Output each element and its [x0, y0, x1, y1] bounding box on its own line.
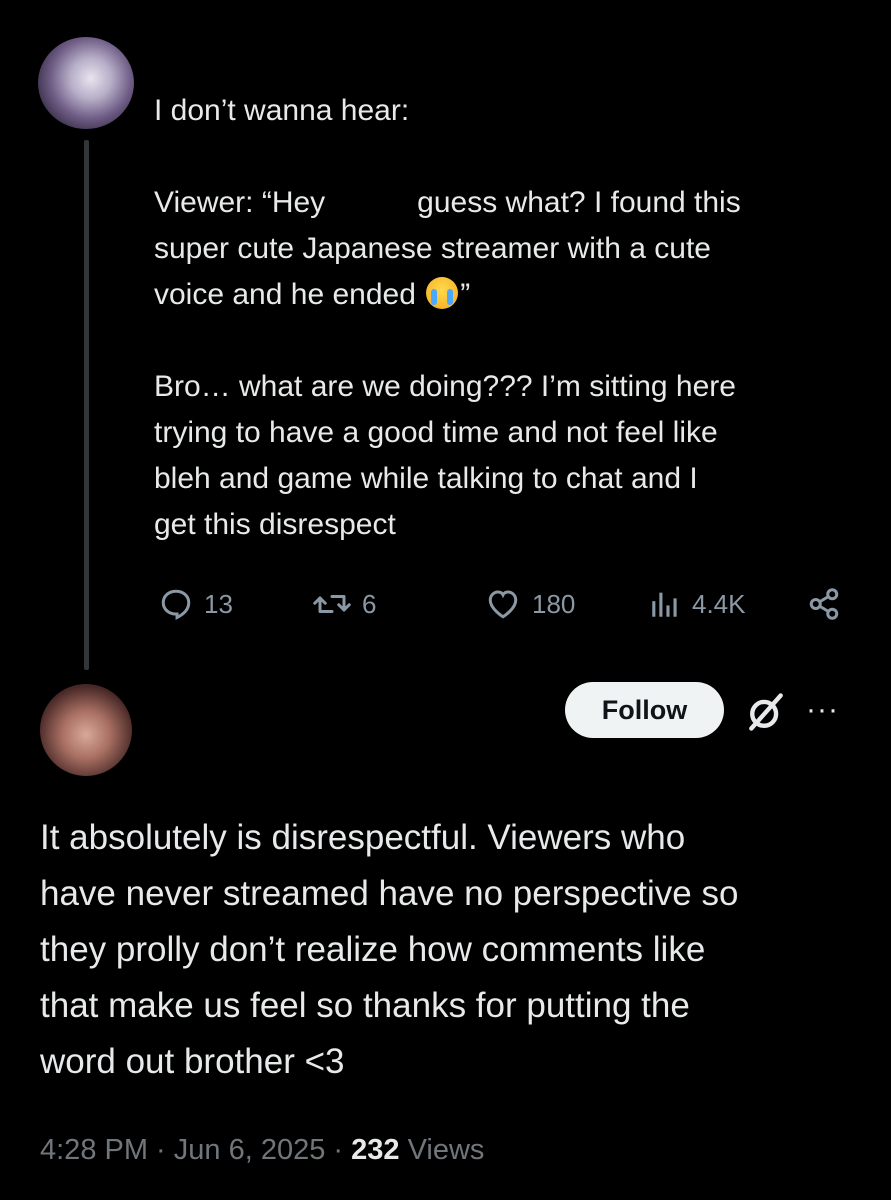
parent-avatar[interactable]	[38, 37, 134, 129]
grok-icon[interactable]	[744, 690, 788, 739]
views-action[interactable]: 4.4K	[648, 586, 746, 622]
tweet-line: voice and he ended ”	[154, 272, 854, 318]
more-options-icon[interactable]: ···	[806, 690, 839, 730]
share-icon	[809, 588, 839, 620]
tweet-fragment: guess what? I found this	[417, 186, 741, 219]
like-count: 180	[532, 588, 576, 619]
tweet-line: I don’t wanna hear:	[154, 94, 410, 127]
tweet-metadata: 4:28 PM · Jun 6, 2025 · 232 Views	[40, 1134, 484, 1167]
reply-line: It absolutely is disrespectful. Viewers …	[40, 818, 686, 857]
reply-icon	[161, 589, 191, 620]
reply-line: word out brother <3	[40, 1042, 345, 1081]
views-count-bold[interactable]: 232	[351, 1134, 399, 1166]
views-count: 4.4K	[692, 588, 746, 619]
views-label: Views	[399, 1134, 485, 1166]
tweet-line: super cute Japanese streamer with a cute	[154, 232, 711, 265]
reply-avatar[interactable]	[40, 684, 132, 776]
thread-connector-line	[84, 140, 89, 670]
reply-count: 13	[204, 588, 233, 619]
timestamp[interactable]: 4:28 PM · Jun 6, 2025 ·	[40, 1134, 351, 1166]
repost-action[interactable]: 6	[312, 586, 376, 622]
tweet-line: trying to have a good time and not feel …	[154, 416, 718, 449]
tweet-fragment: ”	[460, 278, 471, 311]
tweet-fragment: Viewer: “Hey	[154, 186, 326, 219]
reply-line: that make us feel so thanks for putting …	[40, 986, 690, 1025]
follow-button[interactable]: Follow	[565, 682, 724, 738]
repost-count: 6	[362, 588, 377, 619]
repost-icon	[313, 595, 351, 613]
analytics-icon	[652, 592, 677, 617]
tweet-fragment: voice and he ended	[154, 278, 416, 311]
reply-tweet-text: It absolutely is disrespectful. Viewers …	[40, 810, 860, 1090]
like-action[interactable]: 180	[484, 586, 575, 622]
loudly-crying-face-icon	[426, 277, 459, 309]
heart-icon	[488, 590, 518, 619]
parent-tweet-text: I don’t wanna hear: Viewer: “Hey guess wh…	[154, 88, 854, 548]
tweet-line: bleh and game while talking to chat and …	[154, 462, 698, 495]
tweet-line: Bro… what are we doing??? I’m sitting he…	[154, 370, 736, 403]
reply-line: have never streamed have no perspective …	[40, 874, 739, 913]
reply-action[interactable]: 13	[158, 586, 233, 622]
share-action[interactable]	[806, 586, 842, 622]
tweet-line: Viewer: “Hey guess what? I found this	[154, 180, 854, 226]
tweet-line: get this disrespect	[154, 508, 396, 541]
reply-line: they prolly don’t realize how comments l…	[40, 930, 706, 969]
